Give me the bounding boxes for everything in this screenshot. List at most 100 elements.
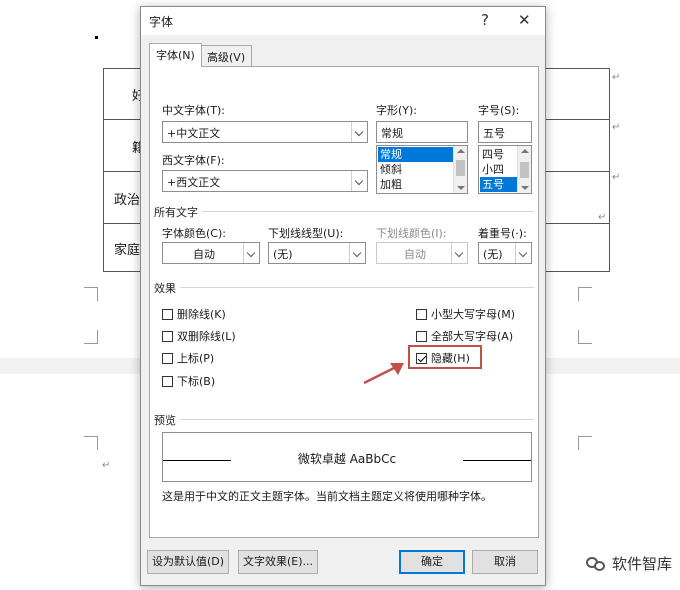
wechat-icon (585, 555, 606, 573)
subscript-checkbox[interactable]: 下标(B) (162, 373, 215, 389)
document-bullet (95, 36, 98, 39)
scroll-up-icon[interactable] (521, 149, 529, 153)
chevron-down-icon (451, 243, 467, 263)
underline-type-combo[interactable]: (无) (268, 242, 366, 264)
underline-type-value: (无) (273, 248, 293, 261)
font-color-combo[interactable]: 自动 (162, 242, 260, 264)
emphasis-combo[interactable]: (无) (478, 242, 532, 264)
western-font-value: +西文正文 (167, 176, 221, 189)
chinese-font-label: 中文字体(T): (162, 104, 226, 117)
chinese-font-value: +中文正文 (167, 127, 221, 140)
scroll-down-icon[interactable] (457, 186, 465, 190)
scroll-up-icon[interactable] (457, 149, 465, 153)
checkbox-box[interactable] (162, 375, 173, 387)
text-effects-button[interactable]: 文字效果(E)... (238, 550, 318, 574)
style-listbox[interactable]: 常规 倾斜 加粗 (376, 145, 468, 194)
crop-mark (578, 287, 592, 301)
strikethrough-checkbox[interactable]: 删除线(K) (162, 306, 226, 322)
paragraph-mark-icon: ↵ (612, 172, 621, 183)
size-value: 五号 (483, 127, 505, 140)
dialog-title: 字体 (149, 15, 174, 29)
watermark-text: 软件智库 (611, 555, 672, 573)
scroll-thumb[interactable] (456, 160, 465, 176)
subscript-label: 下标(B) (177, 375, 216, 388)
paragraph-mark-icon: ↵ (598, 212, 607, 223)
hidden-highlight-frame (408, 345, 482, 369)
strikethrough-label: 删除线(K) (177, 308, 226, 321)
crop-mark (578, 330, 592, 344)
checkbox-box[interactable] (416, 308, 427, 320)
ok-button[interactable]: 确定 (399, 550, 465, 574)
chinese-font-combo[interactable]: +中文正文 (162, 121, 368, 143)
preview-baseline (463, 460, 531, 461)
help-icon[interactable]: ? (481, 11, 489, 29)
superscript-label: 上标(P) (177, 352, 215, 365)
underline-color-value: 自动 (404, 248, 426, 261)
close-icon[interactable]: ✕ (518, 11, 531, 29)
all-caps-checkbox[interactable]: 全部大写字母(A) (416, 328, 513, 344)
set-default-button[interactable]: 设为默认值(D) (147, 550, 229, 574)
paragraph-mark-icon: ↵ (612, 122, 621, 133)
western-font-label: 西文字体(F): (162, 154, 225, 167)
font-dialog: 字体 ? ✕ 字体(N) 高级(V) 中文字体(T): +中文正文 西文字体(F… (140, 6, 546, 586)
style-input[interactable]: 常规 (376, 121, 468, 143)
double-strikethrough-checkbox[interactable]: 双删除线(L) (162, 328, 236, 344)
checkbox-box[interactable] (162, 308, 173, 320)
all-text-section-title: 所有文字 (154, 206, 198, 219)
preview-note: 这是用于中文的正文主题字体。当前文档主题定义将使用哪种字体。 (162, 490, 492, 503)
style-option[interactable]: 常规 (378, 147, 453, 162)
scroll-thumb[interactable] (520, 162, 529, 178)
effects-section-title: 效果 (154, 282, 176, 295)
paragraph-mark-icon: ↵ (612, 72, 621, 83)
emphasis-label: 着重号(·): (478, 227, 527, 240)
checkbox-box[interactable] (162, 352, 173, 364)
underline-color-label: 下划线颜色(I): (376, 227, 447, 240)
size-listbox[interactable]: 四号 小四 五号 (478, 145, 532, 194)
all-caps-label: 全部大写字母(A) (431, 330, 514, 343)
cancel-button[interactable]: 取消 (472, 550, 538, 574)
crop-mark (84, 330, 98, 344)
small-caps-label: 小型大写字母(M) (431, 308, 516, 321)
underline-type-label: 下划线线型(U): (268, 227, 344, 240)
style-value: 常规 (381, 127, 403, 140)
western-font-combo[interactable]: +西文正文 (162, 170, 368, 192)
checkbox-box[interactable] (416, 330, 427, 342)
section-divider (180, 419, 534, 420)
chevron-down-icon[interactable] (243, 243, 259, 263)
dialog-titlebar[interactable]: 字体 ? ✕ (141, 7, 545, 35)
crop-mark (84, 436, 98, 450)
paragraph-mark-icon: ↵ (102, 460, 111, 471)
size-option[interactable]: 五号 (480, 177, 517, 192)
table-cell: 家庭 (114, 243, 141, 258)
superscript-checkbox[interactable]: 上标(P) (162, 350, 214, 366)
scroll-down-icon[interactable] (521, 186, 529, 190)
chevron-down-icon[interactable] (351, 171, 367, 191)
chevron-down-icon[interactable] (351, 122, 367, 142)
preview-sample-text: 微软卓越 AaBbCc (297, 452, 397, 466)
size-scrollbar[interactable] (517, 146, 531, 193)
style-label: 字形(Y): (376, 104, 418, 117)
style-option[interactable]: 倾斜 (378, 162, 453, 177)
font-color-value: 自动 (193, 248, 215, 261)
size-input[interactable]: 五号 (478, 121, 532, 143)
preview-box: 微软卓越 AaBbCc (162, 432, 532, 482)
chevron-down-icon[interactable] (515, 243, 531, 263)
style-scrollbar[interactable] (453, 146, 467, 193)
section-divider (202, 211, 534, 212)
small-caps-checkbox[interactable]: 小型大写字母(M) (416, 306, 515, 322)
table-cell: 政治 (114, 193, 141, 208)
size-option[interactable]: 四号 (480, 147, 517, 162)
size-option[interactable]: 小四 (480, 162, 517, 177)
checkbox-box[interactable] (162, 330, 173, 342)
size-label: 字号(S): (478, 104, 520, 117)
crop-mark (84, 287, 98, 301)
tab-advanced[interactable]: 高级(V) (200, 45, 253, 67)
style-option[interactable]: 加粗 (378, 177, 453, 192)
watermark: 软件智库 (585, 553, 672, 574)
underline-color-combo: 自动 (376, 242, 468, 264)
tab-font[interactable]: 字体(N) (149, 43, 202, 67)
chevron-down-icon[interactable] (349, 243, 365, 263)
section-divider (180, 287, 534, 288)
preview-section-title: 预览 (154, 414, 176, 427)
font-color-label: 字体颜色(C): (162, 227, 226, 240)
